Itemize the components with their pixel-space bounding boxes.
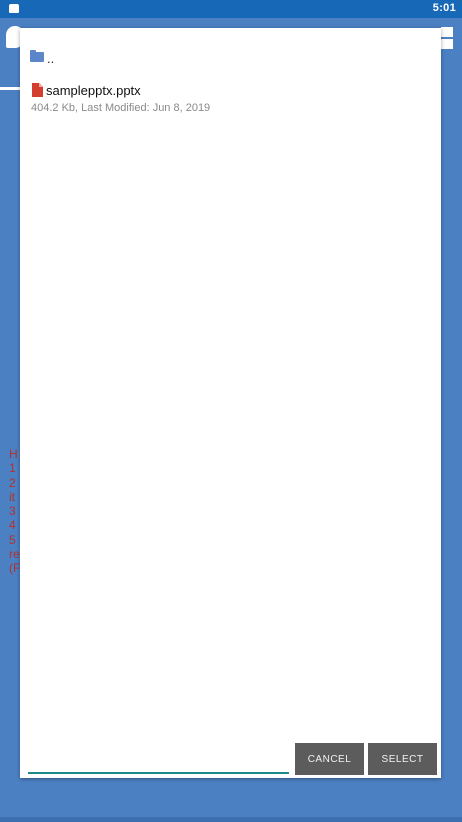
file-meta: 404.2 Kb, Last Modified: Jun 8, 2019 <box>31 102 211 114</box>
folder-icon <box>30 50 44 62</box>
background-menu-icon <box>441 27 453 49</box>
document-icon <box>32 83 43 97</box>
cancel-button[interactable]: CANCEL <box>295 743 364 775</box>
notification-icon <box>9 4 19 13</box>
file-chooser-dialog: .. samplepptx.pptx 404.2 Kb, Last Modifi… <box>20 28 441 778</box>
file-list-item[interactable]: samplepptx.pptx 404.2 Kb, Last Modified:… <box>30 82 430 118</box>
background-divider <box>0 87 21 90</box>
parent-directory-label: .. <box>47 50 55 66</box>
status-bar: 5:01 <box>0 0 462 18</box>
filename-input[interactable] <box>28 744 289 774</box>
navigation-bar <box>0 817 462 822</box>
file-name: samplepptx.pptx <box>46 83 141 98</box>
status-time: 5:01 <box>432 2 456 14</box>
select-button[interactable]: SELECT <box>368 743 437 775</box>
parent-directory-item[interactable]: .. <box>30 46 54 66</box>
